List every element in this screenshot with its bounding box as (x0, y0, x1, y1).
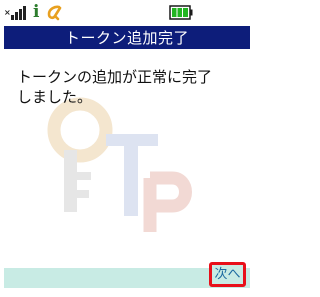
battery-full-icon (169, 5, 193, 20)
phone-screen: × i トークン追加完了 トークンの追加が正常に完了 しました。 次へ (0, 0, 254, 297)
signal-strength-icon (11, 6, 26, 20)
bottom-strip (0, 288, 254, 297)
page-title: トークン追加完了 (64, 29, 189, 47)
next-button[interactable]: 次へ (209, 262, 246, 287)
next-button-label: 次へ (214, 266, 241, 282)
otp-watermark-logo (47, 97, 192, 232)
completion-message: トークンの追加が正常に完了 しました。 (17, 68, 213, 106)
i-mode-icon: i (33, 2, 40, 22)
status-bar: × i (0, 0, 254, 25)
title-bar: トークン追加完了 (4, 26, 250, 49)
content-area: トークンの追加が正常に完了 しました。 (4, 50, 250, 268)
alpha-app-icon (47, 5, 62, 21)
